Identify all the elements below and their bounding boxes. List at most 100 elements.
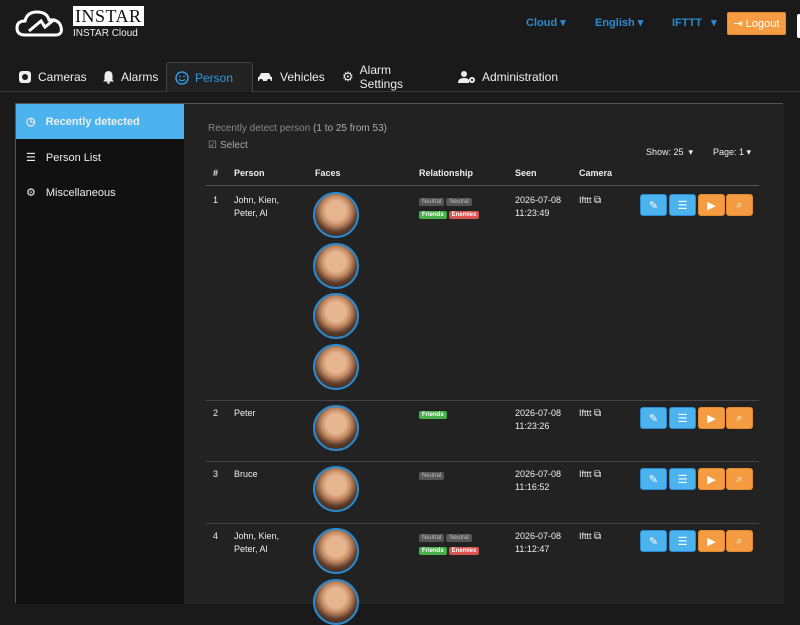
play-button[interactable]: ▶ (698, 530, 725, 552)
show-count-dropdown[interactable]: Show: 25 ▾ (646, 147, 693, 158)
page-dropdown[interactable]: Page: 1 ▾ (713, 147, 751, 158)
face-thumbnail[interactable] (313, 528, 359, 574)
caret-down-icon: ▾ (688, 147, 694, 157)
relationship-badge: Neutral (419, 534, 445, 542)
results-caption: Recently detect person (1 to 25 from 53) (208, 123, 387, 134)
caret-down-icon: ▾ (637, 17, 644, 29)
external-link-icon: ⧉ (594, 195, 602, 206)
search-icon: ⌕ (736, 534, 743, 547)
face-thumbnail[interactable] (313, 192, 359, 238)
search-button[interactable]: ⌕ (726, 530, 753, 552)
table-row: 2 Peter Friends 2026-07-08 11:23:26 Iftt… (206, 401, 759, 462)
sign-out-icon: ⇥ (733, 18, 743, 30)
play-icon: ▶ (707, 535, 716, 548)
play-button[interactable]: ▶ (698, 407, 725, 429)
logo-wordmark: INSTAR (73, 6, 144, 26)
play-icon: ▶ (707, 199, 716, 212)
edit-icon: ✎ (648, 535, 659, 548)
tab-cameras[interactable]: Cameras (10, 62, 95, 92)
camera-icon (19, 71, 31, 83)
external-link-icon: ⧉ (594, 469, 602, 480)
relationship-badge: Neutral (419, 198, 445, 206)
cogs-icon: ⚙ (26, 187, 36, 199)
camera-link[interactable]: Ifttt ⧉ (579, 408, 601, 419)
camera-link[interactable]: Ifttt ⧉ (579, 469, 601, 480)
relationship-tags: Neutral Neutral Friends Enemies (419, 531, 499, 557)
caret-down-icon: ▾ (746, 147, 752, 157)
search-button[interactable]: ⌕ (726, 468, 753, 490)
face-thumbnail[interactable] (313, 293, 359, 339)
list-button[interactable]: ☰ (669, 407, 696, 429)
instar-logo[interactable]: INSTAR INSTAR Cloud (15, 5, 144, 43)
search-icon: ⌕ (736, 198, 743, 211)
list-icon: ☰ (677, 199, 688, 212)
cogs-icon: ⚙ (342, 69, 354, 84)
face-thumbnail[interactable] (313, 579, 359, 625)
column-header-camera: Camera (579, 168, 613, 178)
table-row: 1 John, Kien, Peter, Al Neutral Neutral F… (206, 188, 759, 401)
search-icon: ⌕ (736, 472, 743, 485)
edit-icon: ✎ (648, 473, 659, 486)
car-icon (258, 73, 272, 83)
list-icon: ☰ (677, 535, 688, 548)
language-dropdown[interactable]: English ▾ (595, 16, 643, 29)
list-icon: ☰ (677, 412, 688, 425)
relationship-badge: Friends (419, 547, 447, 555)
play-button[interactable]: ▶ (698, 468, 725, 490)
face-thumbnail[interactable] (313, 243, 359, 289)
column-header-relationship: Relationship (419, 168, 474, 178)
caret-down-icon: ▾ (711, 17, 717, 29)
search-icon: ⌕ (736, 411, 743, 424)
face-thumbnail[interactable] (313, 344, 359, 390)
table-row: 3 Bruce Neutral 2026-07-08 11:16:52 Iftt… (206, 462, 759, 524)
edit-button[interactable]: ✎ (640, 468, 667, 490)
bell-icon (103, 71, 114, 84)
column-header-seen: Seen (515, 168, 537, 178)
edit-button[interactable]: ✎ (640, 530, 667, 552)
edit-icon: ✎ (648, 412, 659, 425)
relationship-badge: Neutral (419, 472, 445, 480)
cloud-logo-icon (15, 10, 63, 37)
relationship-badge: Neutral (446, 198, 472, 206)
cloud-dropdown[interactable]: Cloud ▾ (526, 16, 566, 29)
relationship-tags: Friends (419, 408, 499, 421)
top-bar: INSTAR INSTAR Cloud Cloud ▾ English ▾ IF… (0, 0, 800, 50)
camera-link[interactable]: Ifttt ⧉ (579, 531, 601, 542)
tab-person[interactable]: Person (166, 62, 253, 92)
sidebar: ◷ Recently detected ☰ Person List ⚙ Misc… (16, 104, 184, 604)
face-thumbnail[interactable] (313, 405, 359, 451)
search-button[interactable]: ⌕ (726, 407, 753, 429)
logout-button[interactable]: ⇥ Logout (727, 12, 786, 35)
edit-button[interactable]: ✎ (640, 407, 667, 429)
play-icon: ▶ (707, 473, 716, 486)
tab-alarms[interactable]: Alarms (94, 62, 166, 92)
list-button[interactable]: ☰ (669, 530, 696, 552)
search-button[interactable]: ⌕ (726, 194, 753, 216)
select-toggle[interactable]: ☑ Select (208, 140, 248, 151)
caret-down-icon: ▾ (560, 17, 566, 29)
column-header-person: Person (234, 168, 265, 178)
camera-link[interactable]: Ifttt ⧉ (579, 195, 601, 206)
ifttt-dropdown[interactable]: IFTTT ▾ (672, 16, 717, 29)
sidebar-item-person-list[interactable]: ☰ Person List (16, 140, 184, 175)
history-icon: ◷ (26, 116, 36, 128)
external-link-icon: ⧉ (594, 408, 602, 419)
sidebar-item-recently-detected[interactable]: ◷ Recently detected (16, 104, 184, 139)
tab-vehicles[interactable]: Vehicles (248, 62, 333, 92)
face-thumbnail[interactable] (313, 466, 359, 512)
sidebar-item-miscellaneous[interactable]: ⚙ Miscellaneous (16, 175, 184, 210)
relationship-badge: Enemies (448, 547, 480, 555)
list-icon: ☰ (677, 473, 688, 486)
tab-administration[interactable]: Administration (450, 62, 566, 92)
user-cog-icon (458, 71, 475, 83)
play-button[interactable]: ▶ (698, 194, 725, 216)
external-link-icon: ⧉ (594, 531, 602, 542)
column-header-number: # (213, 168, 219, 178)
relationship-badge: Neutral (446, 534, 472, 542)
list-button[interactable]: ☰ (669, 468, 696, 490)
relationship-badge: Friends (419, 411, 447, 419)
edit-button[interactable]: ✎ (640, 194, 667, 216)
list-button[interactable]: ☰ (669, 194, 696, 216)
tab-alarm-settings[interactable]: ⚙ Alarm Settings (334, 62, 411, 92)
play-icon: ▶ (707, 412, 716, 425)
